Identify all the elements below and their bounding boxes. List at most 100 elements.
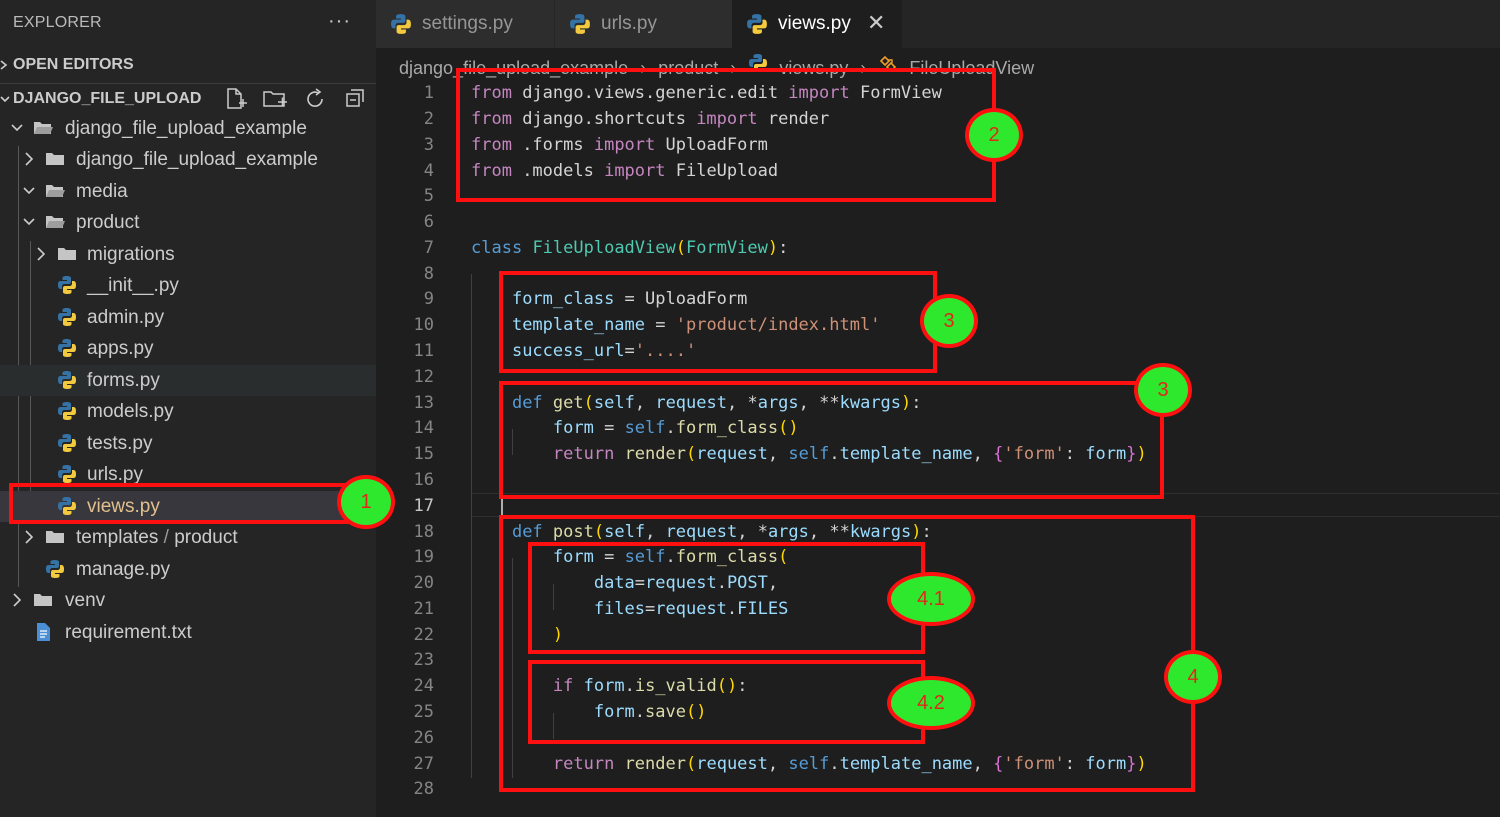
tab-urls-py[interactable]: urls.py xyxy=(554,0,732,48)
chevron-down-icon xyxy=(11,124,23,132)
line-number: 2 xyxy=(423,109,434,129)
tree-file-models[interactable]: models.py xyxy=(0,396,376,427)
code-token: FormView xyxy=(685,238,768,258)
line-number: 22 xyxy=(413,625,434,645)
python-icon xyxy=(58,339,76,357)
line-number: 19 xyxy=(413,547,434,567)
tree-folder-media[interactable]: media xyxy=(0,176,376,207)
line-number: 13 xyxy=(413,393,434,413)
annotation-badge-3: 3 xyxy=(920,294,978,348)
tree-item-label: apps.py xyxy=(87,338,154,359)
tree-item-label: media xyxy=(76,181,128,202)
tree-item-label: venv xyxy=(65,590,106,611)
chevron-right-icon xyxy=(25,530,34,544)
more-actions-icon[interactable]: ··· xyxy=(328,10,351,33)
folder-open-icon xyxy=(46,216,65,228)
folder-icon xyxy=(34,594,52,606)
tree-folder-migrations[interactable]: migrations xyxy=(0,239,376,270)
annotation-badge-4-1: 4.1 xyxy=(887,572,975,626)
python-icon xyxy=(58,308,76,326)
line-number: 25 xyxy=(413,702,434,722)
code-token: class xyxy=(471,238,523,258)
chevron-right-icon xyxy=(13,593,22,607)
code-line: class FileUploadView(FormView): xyxy=(471,238,788,258)
tree-folder-app[interactable]: django_file_upload_example xyxy=(0,144,376,175)
tree-file-apps[interactable]: apps.py xyxy=(0,333,376,364)
tree-file-init[interactable]: __init__.py xyxy=(0,270,376,301)
python-icon xyxy=(58,434,76,452)
python-icon xyxy=(570,14,590,34)
tree-item-label: django_file_upload_example xyxy=(76,149,318,170)
tree-item-label: forms.py xyxy=(87,370,160,391)
chevron-right-icon xyxy=(37,247,46,261)
tree-item-label: django_file_upload_example xyxy=(65,118,307,139)
tab-label: settings.py xyxy=(422,13,513,34)
tree-item-label: requirement.txt xyxy=(65,622,192,643)
tree-item-label-group: templates / product xyxy=(76,527,238,549)
tree-folder-venv[interactable]: venv xyxy=(0,585,376,616)
tree-file-requirements[interactable]: requirement.txt xyxy=(0,617,376,648)
tree-item-label: __init__.py xyxy=(87,275,179,296)
line-number: 9 xyxy=(423,289,434,309)
tree-item-label: tests.py xyxy=(87,433,153,454)
explorer-header: EXPLORER ··· xyxy=(0,0,376,48)
line-number: 24 xyxy=(413,676,434,696)
tree-folder-templates[interactable]: templates / product xyxy=(0,522,376,553)
tree-file-admin[interactable]: admin.py xyxy=(0,302,376,333)
highlight-box-form-instantiation xyxy=(528,542,925,654)
project-actions xyxy=(222,86,372,112)
tree-file-forms[interactable]: forms.py xyxy=(0,365,376,396)
line-number: 12 xyxy=(413,367,434,387)
tree-folder-product[interactable]: product xyxy=(0,207,376,238)
python-icon xyxy=(58,276,76,294)
tree-item-label: admin.py xyxy=(87,307,165,328)
highlight-box-class-attrs xyxy=(499,271,937,373)
tree-folder-root[interactable]: django_file_upload_example xyxy=(0,113,376,144)
code-token: ) xyxy=(767,238,779,258)
highlight-box-imports xyxy=(456,68,996,202)
line-number: 28 xyxy=(413,779,434,799)
code-token: FileUploadView xyxy=(532,238,676,258)
tree-item-label: models.py xyxy=(87,401,174,422)
folder-icon xyxy=(46,531,64,543)
folder-icon xyxy=(46,153,64,165)
line-number: 6 xyxy=(423,212,434,232)
collapse-all-icon[interactable] xyxy=(342,86,368,112)
section-open-editors[interactable]: OPEN EDITORS xyxy=(0,50,376,80)
annotation-badge-2: 2 xyxy=(965,108,1023,162)
python-icon xyxy=(58,402,76,420)
tab-bar: settings.py urls.py views.py ✕ xyxy=(376,0,1500,48)
refresh-icon[interactable] xyxy=(302,86,328,112)
tab-label: urls.py xyxy=(601,13,657,34)
line-number: 11 xyxy=(413,341,434,361)
text-cursor xyxy=(501,496,503,516)
chevron-right-icon xyxy=(25,152,34,166)
close-icon[interactable]: ✕ xyxy=(867,10,885,36)
highlight-box-validation xyxy=(528,660,925,744)
tree-item-label-sub: product xyxy=(174,527,238,548)
code-token: : xyxy=(778,238,789,258)
line-number: 20 xyxy=(413,573,434,593)
line-number: 23 xyxy=(413,650,434,670)
folder-open-icon xyxy=(34,122,53,134)
new-folder-icon[interactable] xyxy=(262,86,288,112)
text-file-icon xyxy=(37,623,50,641)
tree-file-tests[interactable]: tests.py xyxy=(0,428,376,459)
line-number: 14 xyxy=(413,418,434,438)
section-project[interactable]: DJANGO_FILE_UPLOAD xyxy=(0,83,376,113)
python-icon xyxy=(58,465,76,483)
python-icon xyxy=(391,14,411,34)
line-number: 18 xyxy=(413,522,434,542)
chevron-down-icon xyxy=(0,96,10,103)
tree-file-manage[interactable]: manage.py xyxy=(0,554,376,585)
line-number: 3 xyxy=(423,135,434,155)
tab-label: views.py xyxy=(778,13,851,34)
annotation-badge-3b: 3 xyxy=(1134,363,1192,417)
tree-item-label: manage.py xyxy=(76,559,171,580)
code-token: ( xyxy=(675,238,686,258)
tab-settings-py[interactable]: settings.py xyxy=(376,0,554,48)
line-number: 1 xyxy=(423,83,434,103)
tab-views-py[interactable]: views.py ✕ xyxy=(732,0,902,48)
new-file-icon[interactable] xyxy=(222,86,248,112)
